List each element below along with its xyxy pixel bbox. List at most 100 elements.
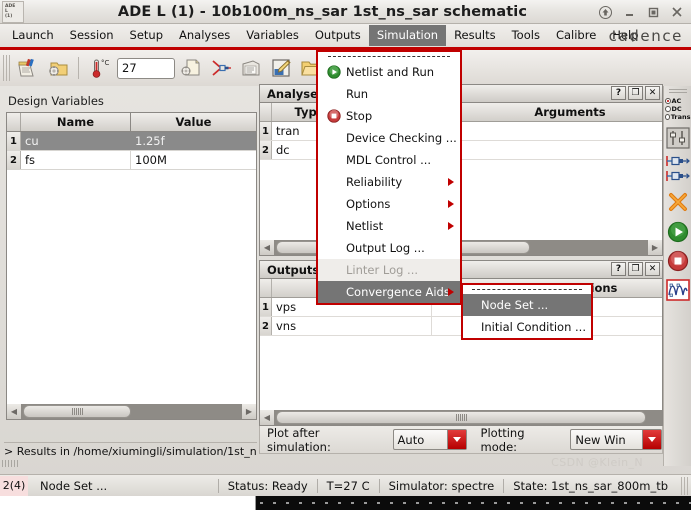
shade-icon[interactable] [594,2,616,22]
status-right-group: Status: Ready T=27 C Simulator: spectre … [217,476,691,496]
dv-row-name: fs [21,151,131,169]
close-button[interactable]: ✕ [645,86,660,100]
analyses-row-index: 1 [260,122,272,140]
stop-red-icon[interactable] [665,250,691,272]
analysis-type-radios[interactable]: AC DC Trans [664,97,691,121]
design-variables-table[interactable]: Name Value 1 cu 1.25f 2 fs 100M ◀ ▶ [6,112,257,420]
scroll-left-icon[interactable]: ◀ [7,404,21,419]
restore-button[interactable]: ❐ [628,86,643,100]
menu-session[interactable]: Session [62,25,122,46]
dv-row-value: 1.25f [135,134,165,148]
menu-item-output-log[interactable]: Output Log ... [318,237,460,259]
temperature-icon[interactable]: °C [85,54,113,82]
menu-setup[interactable]: Setup [122,25,171,46]
table-row[interactable]: 1 cu 1.25f [7,132,256,151]
scroll-right-icon[interactable]: ▶ [242,404,256,419]
menu-launch[interactable]: Launch [4,25,62,46]
plotting-mode-value: New Win [575,432,626,447]
netlist-icon[interactable] [177,54,205,82]
status-count-badge: 2(4) [0,475,28,496]
submenu-tearoff-handle[interactable] [463,285,591,294]
minimize-icon[interactable] [618,2,640,22]
menu-item-mdl-control[interactable]: MDL Control ... [318,149,460,171]
chevron-down-icon[interactable] [446,430,466,449]
status-resize-grip[interactable] [681,476,688,495]
app-icon: ADE L (1) [2,0,24,23]
toolbar-grip[interactable] [3,55,10,81]
menu-simulation[interactable]: Simulation [368,25,447,46]
help-button[interactable]: ? [611,262,626,276]
close-button[interactable]: ✕ [645,262,660,276]
open-setup-icon[interactable] [14,54,42,82]
waveform-icon[interactable] [665,279,691,301]
maximize-icon[interactable] [642,2,664,22]
plotting-mode-select[interactable]: New Win [570,429,662,450]
table-row[interactable]: 2 fs 100M [7,151,256,170]
menu-item-options[interactable]: Options [318,193,460,215]
radio-ac[interactable]: AC [664,97,691,105]
menu-item-label: Convergence Aids [346,285,450,299]
dv-row-index: 2 [7,151,21,169]
restore-button[interactable]: ❐ [628,262,643,276]
left-pane-grip[interactable] [2,460,18,467]
temperature-input[interactable]: 27 [117,57,175,79]
plot-after-simulation-select[interactable]: Auto [392,429,467,450]
scroll-left-icon[interactable]: ◀ [260,240,274,255]
dv-header-name: Name [21,113,131,131]
results-icon[interactable] [237,54,265,82]
menu-item-run[interactable]: Run [318,83,460,105]
run-green-icon[interactable] [665,221,691,243]
menu-bar: Launch Session Setup Analyses Variables … [0,24,691,47]
menu-item-netlist[interactable]: Netlist [318,215,460,237]
radio-trans[interactable]: Trans [664,113,691,121]
chevron-down-icon[interactable] [642,430,661,449]
design-variables-header: Name Value [7,113,256,132]
outputs-panel-buttons: ? ❐ ✕ [611,262,660,276]
menu-outputs[interactable]: Outputs [307,25,369,46]
sidebar-grip[interactable] [668,89,687,95]
menu-item-reliability[interactable]: Reliability [318,171,460,193]
radio-trans-icon[interactable] [664,114,670,120]
stimulus-icon[interactable] [207,54,235,82]
menu-calibre-label: Calibre [555,28,597,42]
menu-tools[interactable]: Tools [504,25,548,46]
help-button[interactable]: ? [611,86,626,100]
menu-item-netlist-and-run[interactable]: Netlist and Run [318,61,460,83]
dv-row-value: 100M [135,153,167,167]
menu-calibre[interactable]: Calibre [548,25,604,46]
menu-item-label: Node Set ... [481,298,549,312]
menu-analyses[interactable]: Analyses [171,25,238,46]
scroll-right-icon[interactable]: ▶ [648,240,662,255]
outputs-header-index [260,279,272,297]
scroll-thumb[interactable] [276,411,646,424]
menu-icon-blank [326,152,342,168]
menu-results[interactable]: Results [446,25,504,46]
dv-horizontal-scrollbar[interactable]: ◀ ▶ [7,404,256,419]
setup-options-icon[interactable] [44,54,72,82]
dv-row-name: cu [21,132,131,150]
net-probe-icon[interactable] [665,154,691,168]
menu-item-device-checking[interactable]: Device Checking ... [318,127,460,149]
outputs-horizontal-scrollbar[interactable]: ◀ [260,410,662,425]
delete-x-icon[interactable] [665,191,691,213]
radio-dc[interactable]: DC [664,105,691,113]
status-message: Node Set ... [40,478,108,493]
scroll-thumb[interactable] [23,405,131,418]
scroll-left-icon[interactable]: ◀ [260,410,274,425]
menu-item-convergence-aids[interactable]: Convergence Aids [318,281,460,303]
sliders-icon[interactable] [665,127,691,149]
menu-tearoff-handle[interactable] [318,52,460,61]
menu-icon-blank [326,240,342,256]
menu-item-initial-condition[interactable]: Initial Condition ... [463,316,591,338]
temperature-value: 27 [122,61,137,75]
menu-variables[interactable]: Variables [238,25,307,46]
net-probe-icon-2[interactable] [665,169,691,183]
outputs-title-label: Outputs [267,262,320,277]
menu-item-stop[interactable]: Stop [318,105,460,127]
close-icon[interactable] [666,2,688,22]
radio-ac-icon[interactable] [664,98,671,104]
edit-save-icon[interactable] [267,54,295,82]
status-simulator: Simulator: spectre [378,478,504,493]
menu-item-node-set[interactable]: Node Set ... [463,294,591,316]
radio-dc-icon[interactable] [664,106,671,112]
